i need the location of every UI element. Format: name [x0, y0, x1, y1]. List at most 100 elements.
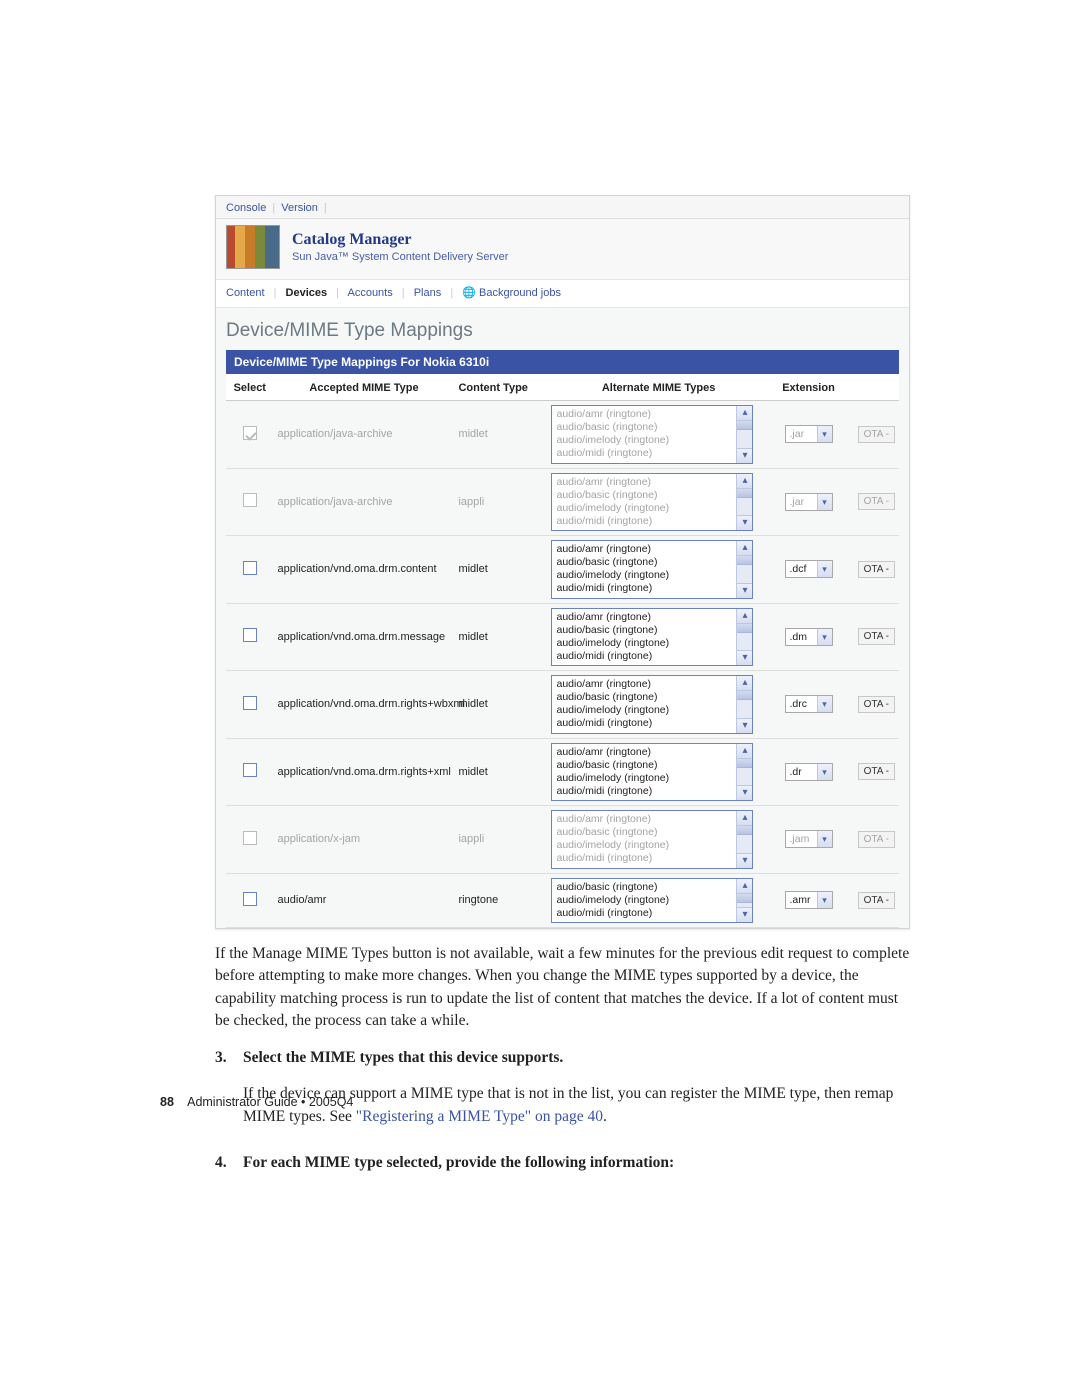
extension-select: .jam▾ — [785, 830, 833, 848]
col-select: Select — [226, 374, 274, 401]
scrollbar[interactable]: ▴▾ — [736, 541, 752, 598]
alternate-mime-listbox[interactable]: audio/amr (ringtone)audio/basic (rington… — [551, 675, 753, 734]
scroll-thumb[interactable] — [737, 691, 752, 700]
accepted-mime-type: application/x-jam — [274, 806, 455, 874]
alternate-mime-listbox[interactable]: audio/amr (ringtone)audio/basic (rington… — [551, 540, 753, 599]
tab-separator: | — [324, 202, 327, 214]
chevron-down-icon: ▾ — [817, 764, 832, 780]
scroll-thumb[interactable] — [737, 894, 752, 903]
ota-button[interactable]: OTA - — [858, 696, 895, 713]
alternate-mime-listbox[interactable]: audio/amr (ringtone)audio/basic (rington… — [551, 608, 753, 667]
chevron-down-icon: ▾ — [817, 494, 832, 510]
extension-select[interactable]: .drc▾ — [785, 695, 833, 713]
extension-select[interactable]: .dr▾ — [785, 763, 833, 781]
accepted-mime-type: application/java-archive — [274, 468, 455, 536]
table-row: application/x-jamiappliaudio/amr (ringto… — [226, 806, 899, 874]
alternate-mime-listbox[interactable]: audio/amr (ringtone)audio/basic (rington… — [551, 405, 753, 464]
row-checkbox[interactable] — [243, 696, 257, 710]
scrollbar[interactable]: ▴▾ — [736, 811, 752, 868]
scroll-down-icon[interactable]: ▾ — [737, 718, 752, 733]
table-row: application/java-archiveiappliaudio/amr … — [226, 468, 899, 536]
scroll-down-icon[interactable]: ▾ — [737, 448, 752, 463]
product-subtitle: Sun Java™ System Content Delivery Server — [292, 251, 508, 263]
paragraph: If the Manage MIME Types button is not a… — [215, 943, 910, 1033]
table-row: application/vnd.oma.drm.rights+xmlmidlet… — [226, 738, 899, 806]
scroll-down-icon[interactable]: ▾ — [737, 907, 752, 922]
scroll-up-icon[interactable]: ▴ — [737, 811, 752, 826]
ota-button[interactable]: OTA - — [858, 763, 895, 780]
scroll-up-icon[interactable]: ▴ — [737, 879, 752, 894]
nav-background-jobs[interactable]: Background jobs — [479, 287, 561, 299]
scroll-thumb[interactable] — [737, 421, 752, 430]
scroll-up-icon[interactable]: ▴ — [737, 541, 752, 556]
scroll-down-icon[interactable]: ▾ — [737, 583, 752, 598]
page-title: Device/MIME Type Mappings — [226, 320, 899, 342]
step-4: 4. For each MIME type selected, provide … — [215, 1152, 910, 1188]
nav-accounts[interactable]: Accounts — [347, 287, 392, 299]
chevron-down-icon: ▾ — [817, 831, 832, 847]
alternate-mime-listbox[interactable]: audio/amr (ringtone)audio/basic (rington… — [551, 473, 753, 532]
accepted-mime-type: application/vnd.oma.drm.rights+wbxml — [274, 671, 455, 739]
scrollbar[interactable]: ▴▾ — [736, 406, 752, 463]
ota-button[interactable]: OTA - — [858, 561, 895, 578]
row-checkbox[interactable] — [243, 561, 257, 575]
nav-devices[interactable]: Devices — [286, 287, 328, 299]
table-row: audio/amrringtoneaudio/basic (ringtone)a… — [226, 873, 899, 927]
ota-button: OTA - — [858, 831, 895, 848]
scrollbar[interactable]: ▴▾ — [736, 609, 752, 666]
nav-content[interactable]: Content — [226, 287, 265, 299]
col-alternate: Alternate MIME Types — [547, 374, 769, 401]
scroll-thumb[interactable] — [737, 624, 752, 633]
accepted-mime-type: application/vnd.oma.drm.rights+xml — [274, 738, 455, 806]
scroll-thumb[interactable] — [737, 489, 752, 498]
alternate-mime-listbox[interactable]: audio/amr (ringtone)audio/basic (rington… — [551, 810, 753, 869]
accepted-mime-type: audio/amr — [274, 873, 455, 927]
product-title: Catalog Manager — [292, 231, 508, 249]
row-checkbox[interactable] — [243, 628, 257, 642]
accepted-mime-type: application/vnd.oma.drm.content — [274, 536, 455, 604]
tab-version[interactable]: Version — [281, 202, 318, 214]
scroll-thumb[interactable] — [737, 759, 752, 768]
content-type: midlet — [454, 671, 547, 739]
scroll-down-icon[interactable]: ▾ — [737, 785, 752, 800]
extension-select[interactable]: .amr▾ — [785, 891, 833, 909]
scroll-down-icon[interactable]: ▾ — [737, 515, 752, 530]
extension-select[interactable]: .dcf▾ — [785, 560, 833, 578]
scrollbar[interactable]: ▴▾ — [736, 676, 752, 733]
scrollbar[interactable]: ▴▾ — [736, 474, 752, 531]
scrollbar[interactable]: ▴▾ — [736, 744, 752, 801]
scroll-up-icon[interactable]: ▴ — [737, 676, 752, 691]
extension-select[interactable]: .dm▾ — [785, 628, 833, 646]
link-registering-mime-type[interactable]: "Registering a MIME Type" on page 40 — [356, 1108, 603, 1125]
scroll-down-icon[interactable]: ▾ — [737, 853, 752, 868]
tab-separator: | — [272, 202, 275, 214]
nav-plans[interactable]: Plans — [414, 287, 442, 299]
alternate-mime-listbox[interactable]: audio/basic (ringtone)audio/imelody (rin… — [551, 878, 753, 923]
scroll-thumb[interactable] — [737, 556, 752, 565]
ota-button: OTA - — [858, 426, 895, 443]
scroll-up-icon[interactable]: ▴ — [737, 474, 752, 489]
banner: Catalog Manager Sun Java™ System Content… — [216, 219, 909, 279]
col-accepted: Accepted MIME Type — [274, 374, 455, 401]
row-checkbox[interactable] — [243, 892, 257, 906]
scrollbar[interactable]: ▴▾ — [736, 879, 752, 922]
scroll-up-icon[interactable]: ▴ — [737, 609, 752, 624]
chevron-down-icon: ▾ — [817, 426, 832, 442]
section-bar: Device/MIME Type Mappings For Nokia 6310… — [226, 350, 899, 374]
extension-select: .jar▾ — [785, 425, 833, 443]
scroll-up-icon[interactable]: ▴ — [737, 744, 752, 759]
alternate-mime-listbox[interactable]: audio/amr (ringtone)audio/basic (rington… — [551, 743, 753, 802]
row-checkbox — [243, 493, 257, 507]
scroll-up-icon[interactable]: ▴ — [737, 406, 752, 421]
ota-button: OTA - — [858, 493, 895, 510]
extension-select: .jar▾ — [785, 493, 833, 511]
row-checkbox[interactable] — [243, 763, 257, 777]
scroll-thumb[interactable] — [737, 826, 752, 835]
ota-button[interactable]: OTA - — [858, 892, 895, 909]
ota-button[interactable]: OTA - — [858, 628, 895, 645]
content-type: iappli — [454, 468, 547, 536]
scroll-down-icon[interactable]: ▾ — [737, 650, 752, 665]
content-type: ringtone — [454, 873, 547, 927]
tab-console[interactable]: Console — [226, 202, 266, 214]
content-type: midlet — [454, 603, 547, 671]
